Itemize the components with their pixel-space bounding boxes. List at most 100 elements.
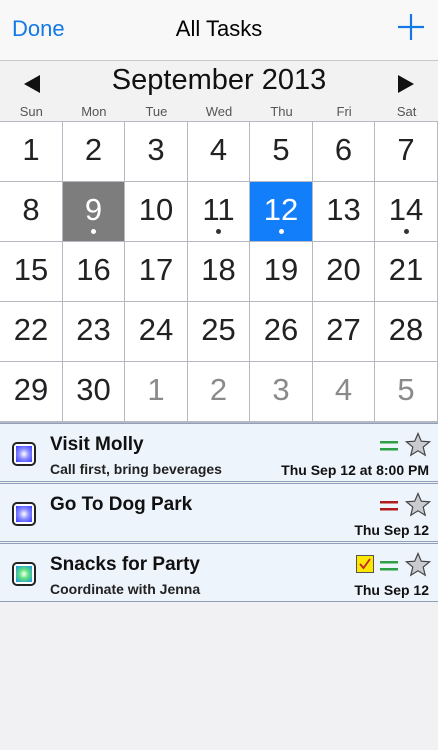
day-number: 3 bbox=[147, 132, 165, 167]
star-icon[interactable] bbox=[405, 552, 431, 578]
day-number: 15 bbox=[13, 252, 49, 287]
day-number: 10 bbox=[138, 192, 174, 227]
calendar-day[interactable]: 13 bbox=[313, 182, 374, 241]
calendar-day[interactable]: 2 bbox=[63, 122, 124, 181]
checkbox-blue-fill bbox=[16, 506, 32, 522]
checkbox-green-fill bbox=[16, 566, 32, 582]
weekday-label: Tue bbox=[145, 104, 168, 119]
calendar-day[interactable]: 22 bbox=[0, 302, 62, 361]
event-dot-icon bbox=[278, 229, 284, 234]
day-number: 6 bbox=[334, 132, 353, 167]
calendar-day[interactable]: 15 bbox=[0, 242, 62, 301]
day-number: 5 bbox=[397, 372, 415, 407]
day-number: 17 bbox=[138, 252, 174, 287]
task-title: Go To Dog Park bbox=[50, 494, 193, 515]
day-number: 23 bbox=[76, 312, 111, 347]
day-number: 24 bbox=[138, 312, 174, 347]
calendar-day[interactable]: 26 bbox=[250, 302, 312, 361]
calendar-day[interactable]: 24 bbox=[125, 302, 187, 361]
calendar-day[interactable]: 5 bbox=[375, 362, 437, 421]
day-number: 18 bbox=[201, 252, 236, 287]
calendar-day[interactable]: 11 bbox=[188, 182, 249, 241]
weekday-label: Fri bbox=[336, 104, 352, 119]
calendar-day[interactable]: 10 bbox=[125, 182, 187, 241]
task-checkbox[interactable] bbox=[12, 442, 36, 466]
page-title: All Tasks bbox=[175, 16, 263, 41]
checkmark-flag-icon[interactable] bbox=[356, 555, 374, 573]
day-number: 16 bbox=[76, 252, 111, 287]
task-title: Visit Molly bbox=[50, 434, 144, 455]
day-number: 5 bbox=[272, 132, 290, 167]
weekday-label: Sun bbox=[19, 104, 43, 119]
calendar-day[interactable]: 29 bbox=[0, 362, 62, 421]
task-row[interactable]: Snacks for Party Coordinate with Jenna T… bbox=[0, 543, 438, 602]
priority-icon bbox=[380, 441, 398, 451]
calendar-day[interactable]: 16 bbox=[63, 242, 124, 301]
task-due-date: Thu Sep 12 bbox=[354, 522, 429, 538]
done-button[interactable]: Done bbox=[12, 16, 65, 42]
task-checkbox[interactable] bbox=[12, 562, 36, 586]
plus-icon[interactable] bbox=[396, 12, 426, 42]
month-header: September 2013 Sun Mon Tue Wed Thu Fri S… bbox=[0, 61, 438, 121]
event-dot-icon bbox=[403, 229, 409, 234]
calendar-day-selected[interactable]: 12 bbox=[250, 182, 312, 241]
calendar-day[interactable]: 6 bbox=[313, 122, 374, 181]
priority-icon bbox=[380, 501, 398, 511]
calendar-day[interactable]: 21 bbox=[375, 242, 437, 301]
task-due-date: Thu Sep 12 bbox=[354, 582, 429, 598]
day-number: 29 bbox=[13, 372, 49, 407]
calendar-day[interactable]: 7 bbox=[375, 122, 437, 181]
calendar-day[interactable]: 3 bbox=[125, 122, 187, 181]
calendar-day[interactable]: 25 bbox=[188, 302, 249, 361]
calendar-day[interactable]: 1 bbox=[0, 122, 62, 181]
star-icon[interactable] bbox=[405, 432, 431, 458]
calendar-day-today[interactable]: 9 bbox=[63, 182, 124, 241]
calendar-day[interactable]: 20 bbox=[313, 242, 374, 301]
task-checkbox[interactable] bbox=[12, 502, 36, 526]
day-number: 2 bbox=[84, 132, 103, 167]
task-note: Coordinate with Jenna bbox=[50, 581, 201, 597]
day-number: 1 bbox=[147, 372, 165, 407]
calendar-day[interactable]: 14 bbox=[375, 182, 437, 241]
calendar-day[interactable]: 4 bbox=[313, 362, 374, 421]
calendar-day[interactable]: 23 bbox=[63, 302, 124, 361]
calendar-day[interactable]: 27 bbox=[313, 302, 374, 361]
day-number: 28 bbox=[388, 312, 424, 347]
next-month-icon[interactable] bbox=[394, 73, 416, 95]
calendar-day[interactable]: 30 bbox=[63, 362, 124, 421]
task-due-date: Thu Sep 12 at 8:00 PM bbox=[281, 462, 429, 478]
task-row[interactable]: Visit Molly Call first, bring beverages … bbox=[0, 423, 438, 482]
calendar-day[interactable]: 8 bbox=[0, 182, 62, 241]
calendar-grid: 1 2 3 4 5 6 7 8 9 10 11 12 13 14 15 16 17 18 19 20 21 22 23 24 2… bbox=[0, 121, 438, 423]
calendar-day[interactable]: 1 bbox=[125, 362, 187, 421]
priority-icon bbox=[380, 561, 398, 571]
calendar-day[interactable]: 19 bbox=[250, 242, 312, 301]
task-note: Call first, bring beverages bbox=[50, 461, 222, 477]
calendar-day[interactable]: 3 bbox=[250, 362, 312, 421]
task-row[interactable]: Go To Dog Park Thu Sep 12 bbox=[0, 483, 438, 542]
day-number: 19 bbox=[263, 252, 299, 287]
day-number: 21 bbox=[388, 252, 424, 287]
navigation-bar: Done All Tasks bbox=[0, 0, 438, 61]
day-number: 20 bbox=[326, 252, 361, 287]
weekday-label: Mon bbox=[81, 104, 107, 119]
weekday-label: Wed bbox=[205, 104, 233, 119]
day-number: 4 bbox=[209, 132, 228, 167]
calendar-day[interactable]: 4 bbox=[188, 122, 249, 181]
checkmark-icon bbox=[359, 558, 371, 570]
weekday-label: Thu bbox=[270, 104, 293, 119]
calendar-day[interactable]: 2 bbox=[188, 362, 249, 421]
day-number: 7 bbox=[397, 132, 415, 167]
day-number: 30 bbox=[76, 372, 111, 407]
calendar-day[interactable]: 28 bbox=[375, 302, 437, 361]
day-number: 4 bbox=[334, 372, 353, 407]
calendar-day[interactable]: 17 bbox=[125, 242, 187, 301]
calendar-day[interactable]: 5 bbox=[250, 122, 312, 181]
task-title: Snacks for Party bbox=[50, 554, 200, 575]
calendar-day[interactable]: 18 bbox=[188, 242, 249, 301]
star-icon[interactable] bbox=[405, 492, 431, 518]
weekday-label: Sat bbox=[396, 104, 417, 119]
weekday-labels: Sun Mon Tue Wed Thu Fri Sat bbox=[0, 104, 438, 120]
day-number: 22 bbox=[13, 312, 49, 347]
day-number: 26 bbox=[263, 312, 299, 347]
